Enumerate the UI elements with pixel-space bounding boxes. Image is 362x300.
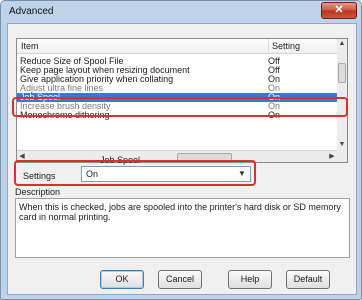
description-box: When this is checked, jobs are spooled i… bbox=[15, 198, 350, 258]
column-header-setting[interactable]: Setting bbox=[272, 41, 300, 51]
ok-button[interactable]: OK bbox=[100, 270, 144, 289]
close-button[interactable]: ✕ bbox=[321, 2, 357, 19]
scrollbar-corner bbox=[337, 150, 347, 162]
window-title: Advanced bbox=[9, 6, 54, 17]
cancel-button[interactable]: Cancel bbox=[158, 270, 202, 289]
column-header-item[interactable]: Item bbox=[21, 41, 39, 51]
list-row[interactable]: Adjust ultra fine lines On bbox=[17, 84, 337, 93]
column-separator[interactable] bbox=[268, 39, 269, 53]
description-title: Description bbox=[15, 187, 61, 197]
list-header: Item Setting bbox=[17, 39, 337, 54]
scroll-right-icon[interactable]: ▶ bbox=[327, 151, 337, 162]
close-icon: ✕ bbox=[334, 4, 344, 16]
description-text: When this is checked, jobs are spooled i… bbox=[19, 202, 341, 222]
default-button[interactable]: Default bbox=[286, 270, 330, 289]
vertical-scroll-thumb[interactable] bbox=[338, 63, 346, 83]
job-spool-highlight-box bbox=[12, 97, 348, 117]
title-bar[interactable]: Advanced ✕ bbox=[1, 1, 361, 23]
advanced-dialog: Advanced ✕ Item Setting Reduce Size of S… bbox=[0, 0, 362, 300]
help-button[interactable]: Help bbox=[228, 270, 272, 289]
vertical-scrollbar[interactable]: ▲ ▼ bbox=[337, 39, 347, 150]
settings-highlight-box bbox=[14, 160, 256, 186]
scroll-down-icon[interactable]: ▼ bbox=[337, 140, 347, 150]
dialog-client-area: Item Setting Reduce Size of Spool File O… bbox=[7, 23, 357, 295]
scroll-up-icon[interactable]: ▲ bbox=[337, 39, 347, 49]
